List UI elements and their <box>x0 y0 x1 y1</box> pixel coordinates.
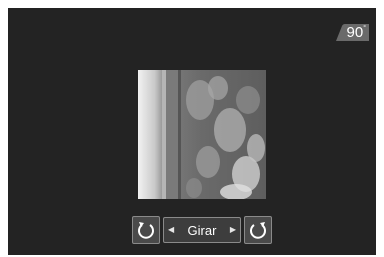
rotate-right-button[interactable] <box>244 216 272 244</box>
right-arrow-icon[interactable]: ▶ <box>230 226 236 234</box>
rotate-mode-label: Girar <box>187 222 217 238</box>
left-arrow-icon[interactable]: ◀ <box>168 226 174 234</box>
rotation-angle-label: 90° <box>347 24 367 41</box>
rotated-photo-preview <box>138 70 266 199</box>
rotation-angle-value: 90 <box>346 24 364 41</box>
rotate-controls: ◀ Girar ▶ <box>132 216 272 244</box>
rotation-angle-badge: 90° <box>332 23 370 42</box>
landscape-photo-image <box>138 70 266 199</box>
rotate-screen: 90° ◀ Girar ▶ <box>8 8 376 255</box>
rotate-counterclockwise-icon <box>138 222 154 239</box>
rotation-angle-unit: ° <box>363 25 366 32</box>
rotate-left-button[interactable] <box>132 216 160 244</box>
rotate-clockwise-icon <box>250 222 266 239</box>
rotate-mode-selector[interactable]: ◀ Girar ▶ <box>163 217 241 243</box>
